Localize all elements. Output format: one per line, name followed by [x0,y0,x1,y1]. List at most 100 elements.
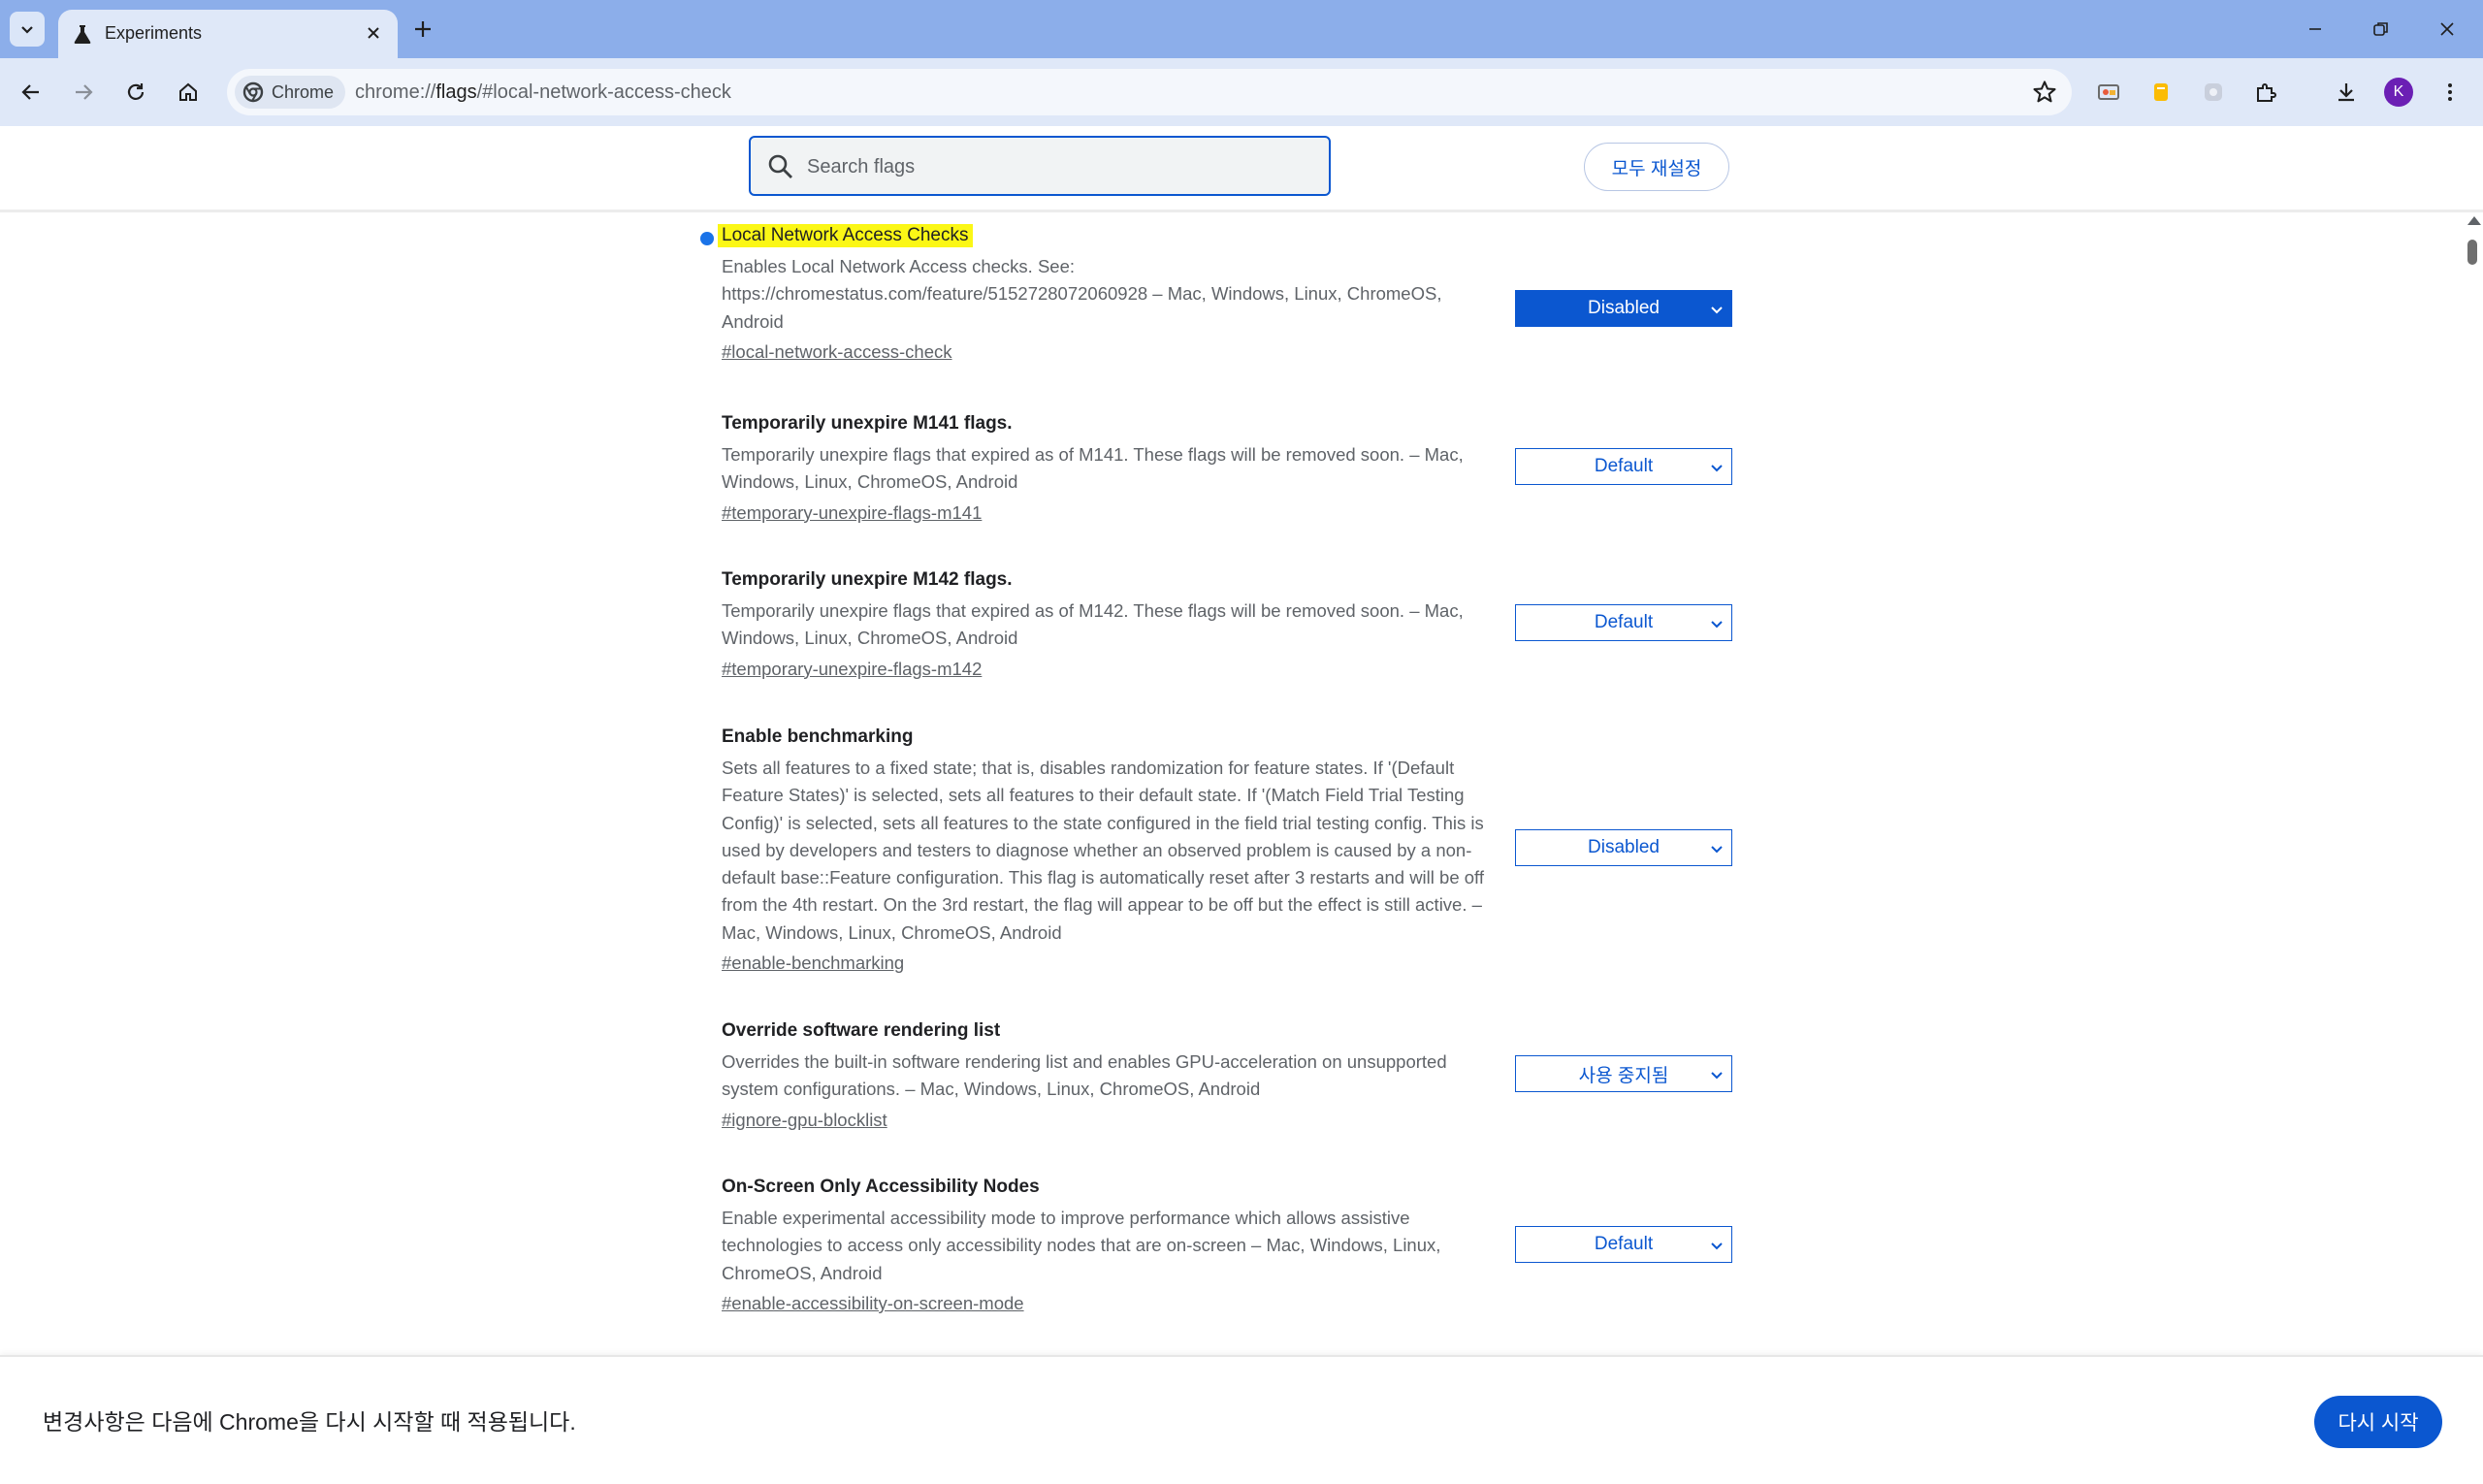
modified-indicator-dot [700,232,714,245]
flag-name: Override software rendering list [722,1020,1001,1041]
flag-state-select[interactable]: Default [1515,448,1732,485]
url-host: flags [435,81,477,103]
flag-description: Enables Local Network Access checks. See… [722,256,1442,332]
flag-state-select[interactable]: 사용 중지됨 [1515,1055,1732,1092]
flag-state-value: Default [1594,456,1654,476]
flag-state-value: 사용 중지됨 [1578,1065,1669,1086]
chevron-down-icon [1711,306,1723,314]
minimize-icon [2309,28,2321,30]
chrome-logo-icon [242,81,264,103]
chevron-down-icon [21,26,33,34]
minimize-button[interactable] [2291,12,2339,47]
relaunch-button[interactable]: 다시 시작 [2314,1396,2442,1448]
flag-name: On-Screen Only Accessibility Nodes [722,1177,1040,1197]
site-info-chip[interactable]: Chrome [235,76,346,109]
flag-item: Enable benchmarking Sets all features to… [722,726,1740,976]
flag-permalink[interactable]: #temporary-unexpire-flags-m142 [722,657,982,682]
flags-header: 모두 재설정 [0,126,2483,212]
flag-description: Overrides the built-in software renderin… [722,1051,1447,1100]
flag-state-select[interactable]: Default [1515,1226,1732,1263]
flag-description: Enable experimental accessibility mode t… [722,1208,1441,1283]
extension-notes-button[interactable] [2144,75,2178,110]
home-icon [179,82,197,101]
flag-permalink[interactable]: #enable-accessibility-on-screen-mode [722,1291,1024,1316]
back-button[interactable] [14,75,48,110]
flag-item: On-Screen Only Accessibility Nodes Enabl… [722,1176,1740,1316]
flag-permalink[interactable]: #local-network-access-check [722,339,952,365]
tab-search-button[interactable] [10,12,45,47]
flag-state-select[interactable]: Disabled [1515,829,1732,866]
search-flags-input[interactable] [805,151,1313,182]
chevron-down-icon [1711,846,1723,854]
tab-strip: Experiments [0,0,2483,58]
reset-all-button[interactable]: 모두 재설정 [1584,143,1729,191]
extensions-button[interactable] [2248,75,2283,110]
restart-banner: 변경사항은 다음에 Chrome을 다시 시작할 때 적용됩니다. 다시 시작 [0,1355,2483,1484]
new-tab-button[interactable] [407,14,438,45]
flag-item: Temporarily unexpire M141 flags. Tempora… [722,412,1740,526]
flag-permalink[interactable]: #enable-benchmarking [722,951,904,976]
url-text[interactable]: chrome://flags/#local-network-access-che… [355,81,731,104]
puzzle-icon [2257,83,2276,102]
extension-ai-button[interactable] [2196,75,2231,110]
flag-permalink[interactable]: #temporary-unexpire-flags-m141 [722,500,982,526]
flag-state-value: Disabled [1588,298,1660,318]
flag-description: Temporarily unexpire flags that expired … [722,600,1464,649]
search-box[interactable] [749,136,1331,196]
chevron-down-icon [1711,465,1723,472]
flag-state-select[interactable]: Default [1515,604,1732,641]
flag-state-value: Default [1594,1234,1654,1254]
chevron-down-icon [1711,621,1723,629]
flag-name: Temporarily unexpire M142 flags. [722,569,1013,590]
close-tab-icon[interactable] [361,20,386,46]
close-window-button[interactable] [2423,12,2471,47]
site-chip-label: Chrome [272,81,335,102]
screencast-extension-icon [2098,84,2119,100]
restart-message: 변경사항은 다음에 Chrome을 다시 시작할 때 적용됩니다. [43,1409,576,1435]
flag-state-value: Default [1594,612,1654,632]
restore-icon [2373,22,2388,36]
scroll-thumb[interactable] [2467,240,2477,265]
tab-title: Experiments [105,23,203,43]
downloads-button[interactable] [2329,75,2364,110]
scrollbar[interactable] [2464,212,2483,1355]
close-icon [2440,22,2454,36]
ai-extension-icon [2205,83,2222,101]
forward-arrow-icon [76,84,93,100]
extension-screencast-button[interactable] [2091,75,2126,110]
chevron-down-icon [1711,1242,1723,1250]
flag-description: Sets all features to a fixed state; that… [722,758,1484,943]
flag-state-value: Disabled [1588,837,1660,857]
flag-permalink[interactable]: #ignore-gpu-blocklist [722,1108,887,1133]
flag-name: Local Network Access Checks [718,224,973,247]
flag-item: Temporarily unexpire M142 flags. Tempora… [722,568,1740,682]
flask-icon [74,25,91,44]
flag-item: Override software rendering list Overrid… [722,1019,1740,1133]
menu-button[interactable] [2433,75,2467,110]
reload-button[interactable] [118,75,153,110]
forward-button[interactable] [66,75,101,110]
search-icon [768,154,792,178]
scroll-up-arrow-icon[interactable] [2467,216,2481,225]
tab-experiments[interactable]: Experiments [58,10,398,58]
url-scheme: chrome:// [355,81,436,103]
flag-item: Local Network Access Checks Enables Loca… [700,224,1740,365]
flag-name: Enable benchmarking [722,726,914,747]
back-arrow-icon [21,84,39,100]
reload-icon [127,83,145,100]
flag-description: Temporarily unexpire flags that expired … [722,444,1464,493]
chevron-down-icon [1711,1072,1723,1080]
notes-extension-icon [2154,83,2168,101]
home-button[interactable] [171,75,206,110]
bookmark-star-icon[interactable] [2031,79,2058,106]
plus-icon [415,21,431,37]
flags-list: Local Network Access Checks Enables Loca… [0,212,2464,1355]
restore-button[interactable] [2357,12,2405,47]
profile-avatar[interactable]: K [2384,78,2413,107]
address-bar[interactable]: Chrome chrome://flags/#local-network-acc… [227,69,2072,115]
toolbar: Chrome chrome://flags/#local-network-acc… [0,58,2483,163]
url-path: /#local-network-access-check [476,81,731,103]
flag-name: Temporarily unexpire M141 flags. [722,413,1013,434]
download-icon [2338,83,2354,102]
flag-state-select[interactable]: Disabled [1515,290,1732,327]
